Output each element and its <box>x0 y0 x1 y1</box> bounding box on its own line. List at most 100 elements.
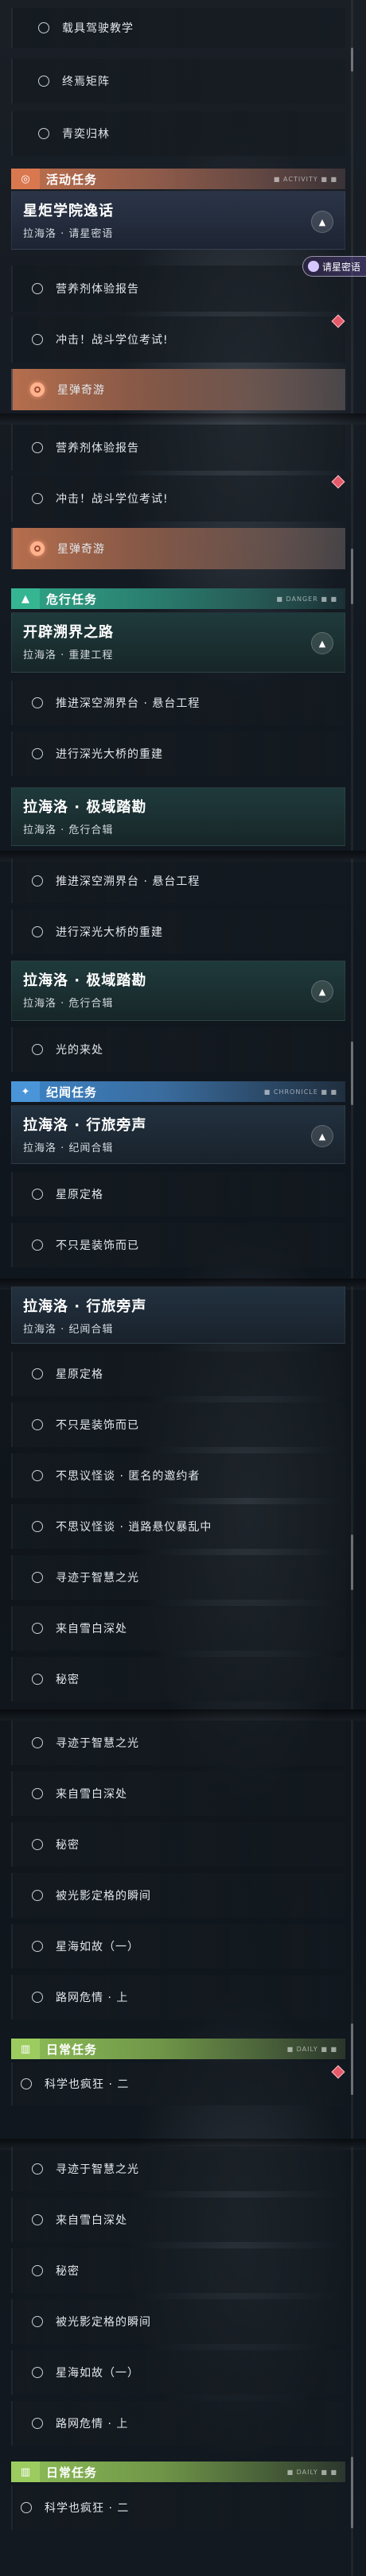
quest-header-card[interactable]: 拉海洛 · 极域踏勘 拉海洛 · 危行合辑 ▲ <box>11 960 345 1021</box>
quest-item-label: 秘密 <box>56 1674 80 1686</box>
quest-header-card[interactable]: 拉海洛 · 极域踏勘 拉海洛 · 危行合辑 <box>11 787 345 846</box>
quest-item[interactable]: 光的来处 <box>11 1027 345 1072</box>
chevron-up-icon[interactable]: ▲ <box>311 632 333 654</box>
quest-item[interactable]: 不只是装饰而已 <box>11 1402 345 1447</box>
quest-item-label: 终焉矩阵 <box>62 76 110 88</box>
quest-item-label: 营养剂体验报告 <box>56 283 139 296</box>
quest-status-ring-icon <box>32 1044 43 1055</box>
section-title: 危行任务 <box>46 592 98 607</box>
quest-item-label: 星原定格 <box>56 1189 103 1201</box>
quest-item-label: 青奕归林 <box>62 128 110 141</box>
quest-status-ring-icon <box>32 748 43 759</box>
quest-item-label: 进行深光大桥的重建 <box>56 926 163 939</box>
quest-item[interactable]: 被光影定格的瞬间 <box>11 1873 345 1918</box>
quest-status-ring-icon <box>21 2502 32 2513</box>
quest-status-ring-icon <box>32 1572 43 1583</box>
chevron-up-icon[interactable]: ▲ <box>311 211 333 233</box>
quest-item[interactable]: 被光影定格的瞬间 <box>11 2299 345 2344</box>
spiral-ticket-icon: ◎ <box>11 169 40 189</box>
quest-item[interactable]: 冲击！战斗学位考试! <box>11 475 345 522</box>
quest-item[interactable]: 不只是装饰而已 <box>11 1223 345 1267</box>
scrollbar-thumb[interactable] <box>351 1534 353 1590</box>
quest-status-ring-icon <box>32 283 43 294</box>
quest-item[interactable]: 青奕归林 <box>11 111 345 156</box>
quest-item-selected[interactable]: 星弹奇游 <box>11 528 345 569</box>
quest-item[interactable]: 寻迹于智慧之光 <box>11 1555 345 1600</box>
quest-status-ring-icon <box>32 1189 43 1200</box>
quest-item[interactable]: 冲击！战斗学位考试! <box>11 316 345 363</box>
scrollbar-thumb[interactable] <box>351 2457 353 2528</box>
active-quest-orb-icon <box>30 541 45 556</box>
quest-status-ring-icon <box>32 1674 43 1685</box>
quest-status-ring-icon <box>32 2418 43 2429</box>
quest-item[interactable]: 不思议怪谈 · 匿名的邀约者 <box>11 1453 345 1498</box>
quest-status-ring-icon <box>32 1737 43 1748</box>
quest-item[interactable]: 来自雪白深处 <box>11 1606 345 1651</box>
scrollbar-thumb[interactable] <box>351 48 353 72</box>
section-header-danger[interactable]: ▲ 危行任务 ■ DANGER ■ ■ <box>11 588 345 609</box>
quest-title: 拉海洛 · 极域踏勘 <box>23 799 147 816</box>
quest-item[interactable]: 寻迹于智慧之光 <box>11 2147 345 2191</box>
quest-panel-6: 寻迹于智慧之光 来自雪白深处 秘密 被光影定格的瞬间 星海如故（一） 路网危情 … <box>0 2147 366 2576</box>
section-header-activity[interactable]: ◎ 活动任务 ■ ACTIVITY ■ ■ <box>11 169 345 189</box>
scrollbar-thumb[interactable] <box>351 2023 353 2095</box>
quest-panel-4: 拉海洛 · 行旅旁声 拉海洛 · 纪闻合辑 星原定格 不只是装饰而已 不思议怪谈… <box>0 1286 366 1709</box>
quest-header-card[interactable]: 拉海洛 · 行旅旁声 拉海洛 · 纪闻合辑 <box>11 1286 345 1344</box>
quest-status-ring-icon <box>32 875 43 886</box>
four-point-star-icon: ✦ <box>11 1081 40 1102</box>
scrollbar-thumb[interactable] <box>351 1042 353 1105</box>
quest-item-label: 秘密 <box>56 2265 80 2278</box>
quest-item[interactable]: 秘密 <box>11 1822 345 1867</box>
quest-item[interactable]: 载具驾驶教学 <box>11 8 345 48</box>
quest-header-card[interactable]: 星炬学院逸话 拉海洛 · 请星密语 ▲ <box>11 191 345 250</box>
tracked-quest-badge[interactable]: 请星密语 <box>302 256 366 277</box>
section-title: 活动任务 <box>46 172 98 187</box>
quest-item[interactable]: 科学也疯狂 · 二 <box>11 2485 345 2530</box>
quest-item[interactable]: 路网危情 · 上 <box>11 1975 345 2019</box>
quest-item[interactable]: 路网危情 · 上 <box>11 2401 345 2446</box>
quest-item[interactable]: 来自雪白深处 <box>11 2198 345 2242</box>
quest-subtitle: 拉海洛 · 危行合辑 <box>23 998 114 1010</box>
quest-item[interactable]: 不思议怪谈 · 逍路悬仪暴乱中 <box>11 1504 345 1549</box>
quest-item[interactable]: 寻迹于智慧之光 <box>11 1721 345 1765</box>
quest-item[interactable]: 进行深光大桥的重建 <box>11 731 345 776</box>
quest-item[interactable]: 秘密 <box>11 2248 345 2293</box>
quest-item[interactable]: 推进深空溯界台 · 悬台工程 <box>11 859 345 903</box>
chevron-up-icon[interactable]: ▲ <box>311 980 333 1003</box>
quest-item[interactable]: 营养剂体验报告 <box>11 266 345 312</box>
quest-item-label: 冲击！战斗学位考试! <box>56 334 169 347</box>
quest-header-card[interactable]: 拉海洛 · 行旅旁声 拉海洛 · 纪闻合辑 ▲ <box>11 1105 345 1164</box>
chevron-up-icon[interactable]: ▲ <box>311 1125 333 1147</box>
quest-item-selected[interactable]: 星弹奇游 <box>11 369 345 410</box>
quest-status-ring-icon <box>32 1419 43 1430</box>
quest-status-ring-icon <box>32 1240 43 1251</box>
quest-item[interactable]: 科学也疯狂 · 二 <box>11 2062 345 2105</box>
quest-status-ring-icon <box>32 1890 43 1901</box>
quest-item[interactable]: 终焉矩阵 <box>11 59 345 103</box>
quest-status-ring-icon <box>32 1788 43 1799</box>
quest-item[interactable]: 来自雪白深处 <box>11 1771 345 1816</box>
quest-item[interactable]: 星海如故（一） <box>11 1924 345 1969</box>
quest-item[interactable]: 星原定格 <box>11 1352 345 1396</box>
quest-item-label: 来自雪白深处 <box>56 1788 127 1801</box>
scrollbar-thumb[interactable] <box>351 549 353 604</box>
quest-item-label: 寻迹于智慧之光 <box>56 1572 139 1585</box>
section-header-daily[interactable]: ▥ 日常任务 ■ DAILY ■ ■ <box>11 2462 345 2482</box>
section-deco-text: ■ ACTIVITY ■ ■ <box>273 175 337 183</box>
star-whisper-icon <box>308 261 319 272</box>
quest-item[interactable]: 星海如故（一） <box>11 2350 345 2395</box>
section-header-daily[interactable]: ▥ 日常任务 ■ DAILY ■ ■ <box>11 2039 345 2059</box>
quest-status-ring-icon <box>32 1623 43 1634</box>
quest-item[interactable]: 秘密 <box>11 1657 345 1701</box>
warning-triangle-icon: ▲ <box>11 588 40 609</box>
quest-item[interactable]: 星原定格 <box>11 1172 345 1216</box>
quest-item[interactable]: 进行深光大桥的重建 <box>11 910 345 954</box>
quest-subtitle: 拉海洛 · 请星密语 <box>23 228 114 240</box>
quest-item[interactable]: 营养剂体验报告 <box>11 425 345 471</box>
section-header-chronicle[interactable]: ✦ 纪闻任务 ■ CHRONICLE ■ ■ <box>11 1081 345 1102</box>
quest-item[interactable]: 推进深空溯界台 · 悬台工程 <box>11 681 345 725</box>
quest-header-card[interactable]: 开辟溯界之路 拉海洛 · 重建工程 ▲ <box>11 612 345 673</box>
quest-status-ring-icon <box>32 1521 43 1532</box>
quest-item-label: 星弹奇游 <box>57 543 105 556</box>
quest-panel-1: 载具驾驶教学 终焉矩阵 青奕归林 ◎ 活动任务 ■ ACTIVITY ■ ■ 星… <box>0 0 366 413</box>
